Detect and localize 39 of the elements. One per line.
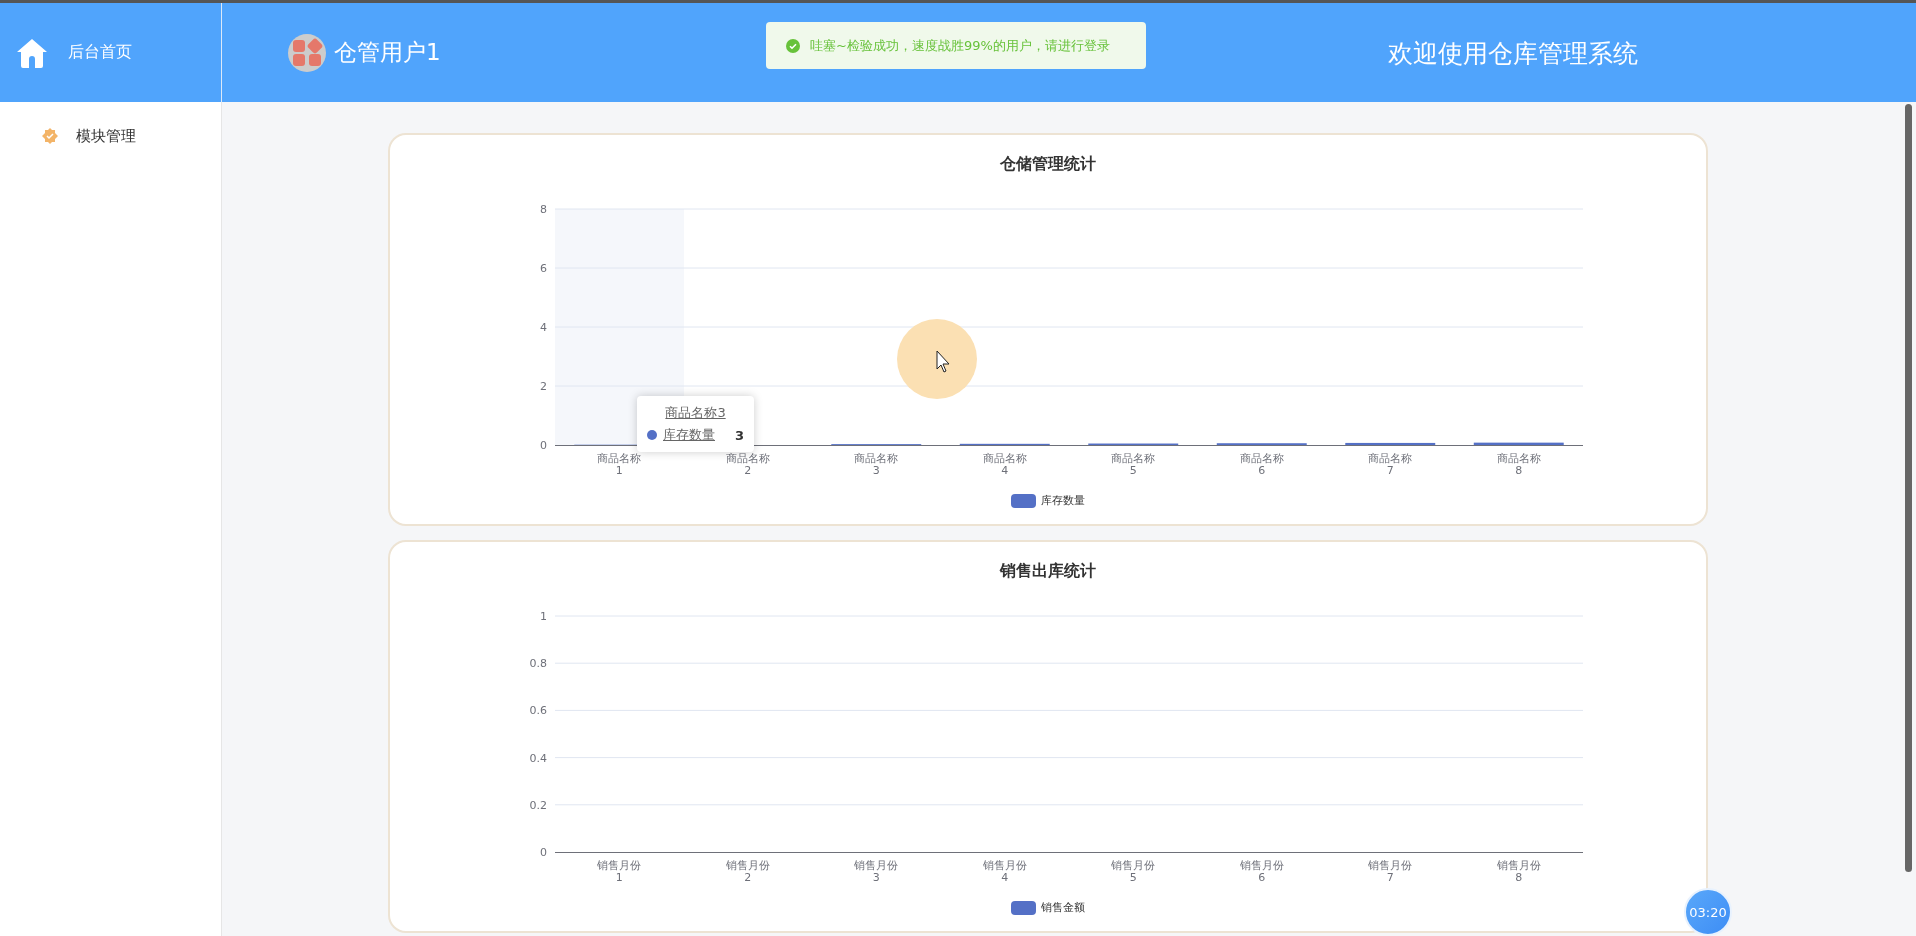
x-axis-label: 销售月份5 (1110, 860, 1157, 885)
x-axis-label: 销售月份2 (724, 860, 771, 885)
y-tick-label: 6 (540, 262, 547, 275)
page-title: 欢迎使用仓库管理系统 (1388, 38, 1638, 70)
chart-title: 销售出库统计 (1000, 560, 1096, 583)
x-axis-label: 销售月份8 (1495, 860, 1542, 885)
tooltip-series: 库存数量 (663, 426, 715, 444)
y-tick-label: 4 (540, 321, 547, 334)
x-axis-label: 商品名称1 (596, 453, 643, 478)
y-tick-label: 0.4 (529, 751, 547, 765)
y-tick-label: 0.6 (529, 704, 547, 718)
sidebar-item[interactable]: 模块管理 (0, 124, 221, 148)
y-tick-label: 8 (540, 203, 547, 216)
y-tick-label: 0 (540, 846, 547, 860)
x-axis-label: 商品名称5 (1110, 453, 1157, 478)
y-tick-label: 0 (540, 439, 547, 452)
user-name: 仓管用户1 (334, 38, 441, 67)
x-axis-label: 商品名称3 (853, 453, 900, 478)
x-axis-label: 商品名称6 (1238, 453, 1285, 478)
x-axis-label: 商品名称4 (981, 453, 1028, 478)
legend-label[interactable]: 销售金额 (1041, 900, 1085, 916)
y-tick-label: 0.8 (529, 657, 547, 671)
x-axis-label: 销售月份6 (1238, 860, 1285, 885)
x-axis-label: 商品名称7 (1367, 453, 1414, 478)
x-axis-label: 销售月份7 (1367, 860, 1414, 885)
timer-badge: 03:20 (1684, 888, 1732, 936)
x-axis-label: 商品名称2 (724, 453, 771, 478)
x-axis-label: 销售月份4 (981, 860, 1028, 885)
chart-title: 仓储管理统计 (1000, 153, 1096, 175)
tooltip-title: 商品名称3 (664, 404, 727, 422)
y-tick-label: 1 (540, 610, 547, 624)
y-tick-label: 0.2 (529, 799, 547, 812)
y-tick-label: 2 (540, 380, 547, 393)
toast-text: 哇塞~检验成功，速度战胜99%的用户，请进行登录 (810, 36, 1110, 55)
x-axis-label: 销售月份3 (853, 860, 900, 885)
tooltip-value: 3 (735, 427, 745, 443)
legend-label[interactable]: 库存数量 (1041, 493, 1085, 509)
x-axis-label: 商品名称8 (1495, 453, 1542, 478)
x-axis-label: 销售月份1 (596, 860, 643, 885)
